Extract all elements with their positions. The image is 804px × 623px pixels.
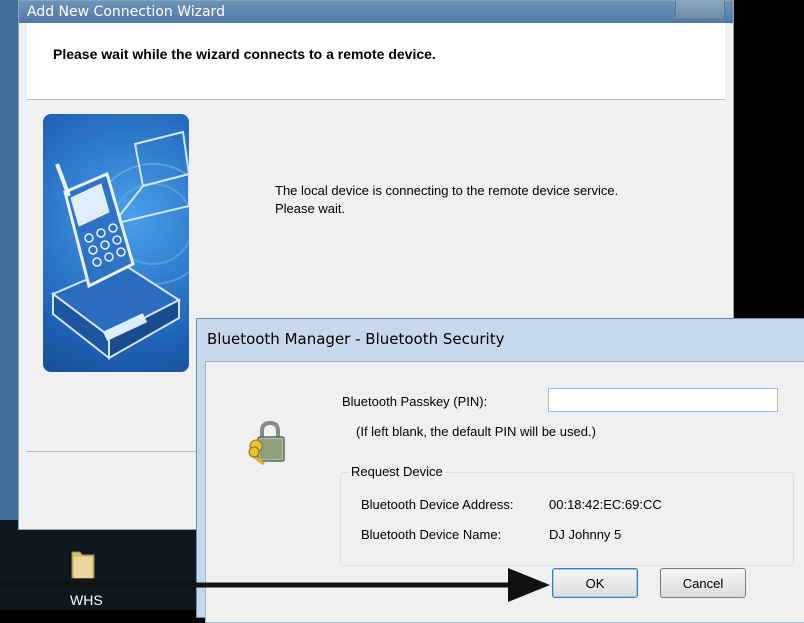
wizard-message-line-2: Please wait. (275, 201, 346, 216)
lock-with-keys-icon (246, 420, 292, 466)
pin-hint: (If left blank, the default PIN will be … (356, 424, 596, 439)
wizard-title-bar[interactable]: Add New Connection Wizard (19, 1, 733, 23)
cancel-button[interactable]: Cancel (660, 568, 746, 598)
wizard-header: Please wait while the wizard connects to… (27, 23, 725, 100)
pin-label: Bluetooth Passkey (PIN): (342, 394, 488, 409)
ok-button[interactable]: OK (552, 568, 638, 598)
dialog-title[interactable]: Bluetooth Manager - Bluetooth Security (207, 330, 504, 348)
wizard-header-text: Please wait while the wizard connects to… (53, 46, 436, 62)
device-name-value: DJ Johnny 5 (549, 527, 622, 542)
arrow-pointer-icon (0, 568, 550, 602)
device-address-value: 00:18:42:EC:69:CC (549, 497, 662, 512)
close-icon[interactable] (675, 1, 725, 20)
request-device-group-title: Request Device (349, 464, 445, 479)
pin-input[interactable] (548, 388, 778, 412)
wizard-title: Add New Connection Wizard (27, 4, 225, 20)
phone-dock-illustration-icon (43, 114, 189, 372)
device-address-label: Bluetooth Device Address: (361, 497, 514, 512)
device-name-label: Bluetooth Device Name: (361, 527, 502, 542)
wizard-status-message: The local device is connecting to the re… (275, 182, 618, 218)
request-device-group: Request Device Bluetooth Device Address:… (340, 464, 794, 566)
wizard-message-line-1: The local device is connecting to the re… (275, 183, 619, 198)
